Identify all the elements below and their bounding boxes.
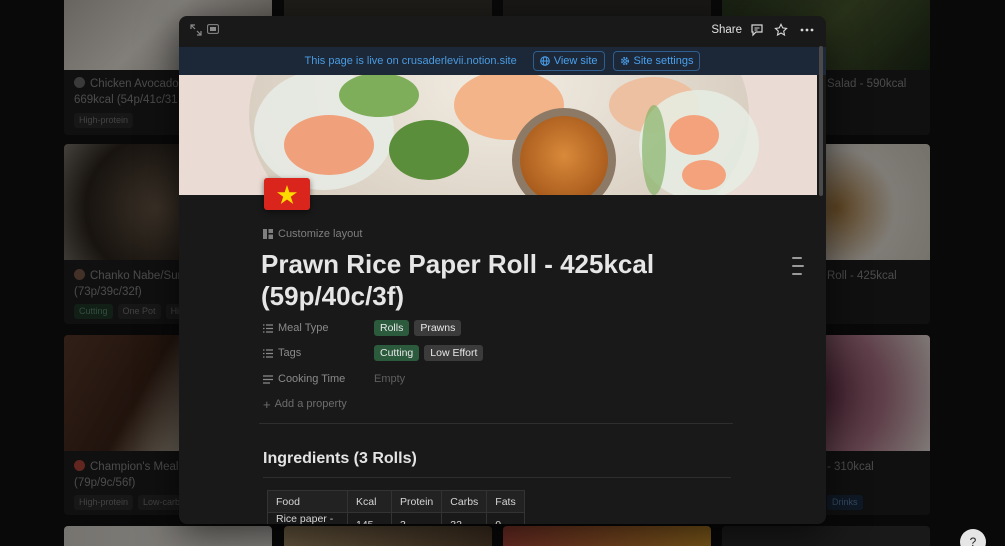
list-icon [263, 323, 273, 333]
comment-icon[interactable] [750, 23, 766, 39]
table-row: Rice paper - 3 145 3 32 0 [267, 512, 525, 524]
site-settings-button[interactable]: Site settings [612, 51, 701, 71]
ingredients-heading[interactable]: Ingredients (3 Rolls) [263, 450, 417, 468]
add-property-button[interactable]: + Add a property [263, 396, 347, 412]
table-of-contents-icon[interactable] [792, 257, 804, 281]
page-title[interactable]: Prawn Rice Paper Roll - 425kcal (59p/40c… [261, 248, 731, 312]
view-site-button[interactable]: View site [532, 51, 605, 71]
table-cell[interactable]: 3 [390, 512, 443, 524]
page-icon-vietnam-flag[interactable] [264, 178, 310, 210]
modal-topbar: Share [179, 16, 826, 46]
tag-rolls[interactable]: Rolls [374, 320, 410, 336]
table-cell[interactable]: 145 [347, 512, 392, 524]
expand-icon[interactable] [189, 24, 203, 38]
table-header-cell[interactable]: Fats [486, 490, 525, 513]
property-empty-value[interactable]: Empty [374, 373, 405, 385]
table-header-cell[interactable]: Food [267, 490, 348, 513]
tag-prawns[interactable]: Prawns [414, 320, 462, 336]
property-label: Cooking Time [278, 373, 346, 385]
more-icon[interactable] [800, 23, 816, 39]
table-cell[interactable]: 0 [486, 512, 525, 524]
table-header-cell[interactable]: Protein [390, 490, 443, 513]
list-icon [263, 348, 273, 358]
site-live-banner: This page is live on crusaderlevii.notio… [179, 47, 826, 75]
heading-underline [263, 477, 731, 478]
plus-icon: + [263, 396, 271, 412]
table-header-cell[interactable]: Kcal [347, 490, 392, 513]
table-cell[interactable]: 32 [441, 512, 488, 524]
site-settings-label: Site settings [633, 55, 694, 67]
table-cell[interactable]: Rice paper - 3 [267, 512, 348, 524]
table-header-row: Food Kcal Protein Carbs Fats [267, 490, 525, 513]
gear-icon [620, 56, 629, 66]
page-peek-modal: Share This page is live on crusaderlevii… [179, 16, 826, 524]
property-label: Tags [278, 347, 302, 359]
ingredients-table[interactable]: Food Kcal Protein Carbs Fats Rice paper … [267, 490, 525, 524]
globe-icon [539, 56, 550, 66]
scrollbar[interactable] [819, 46, 823, 196]
property-tags[interactable]: Tags Cutting Low Effort [263, 345, 484, 361]
peek-mode-icon[interactable] [206, 24, 220, 38]
page-cover-image[interactable] [179, 75, 817, 195]
property-label: Meal Type [278, 322, 329, 334]
table-header-cell[interactable]: Carbs [441, 490, 488, 513]
divider [259, 423, 733, 424]
tag-low-effort[interactable]: Low Effort [424, 345, 484, 361]
share-button[interactable]: Share [711, 24, 742, 36]
property-meal-type[interactable]: Meal Type Rolls Prawns [263, 320, 462, 336]
customize-layout-button[interactable]: Customize layout [263, 228, 362, 240]
add-property-label: Add a property [274, 398, 347, 410]
customize-layout-label: Customize layout [278, 228, 363, 240]
tag-cutting[interactable]: Cutting [374, 345, 420, 361]
star-icon[interactable] [774, 23, 790, 39]
layout-icon [263, 229, 273, 239]
property-cooking-time[interactable]: Cooking Time Empty [263, 371, 405, 387]
text-lines-icon [263, 374, 273, 384]
banner-text: This page is live on crusaderlevii.notio… [304, 55, 517, 67]
view-site-label: View site [553, 55, 598, 67]
